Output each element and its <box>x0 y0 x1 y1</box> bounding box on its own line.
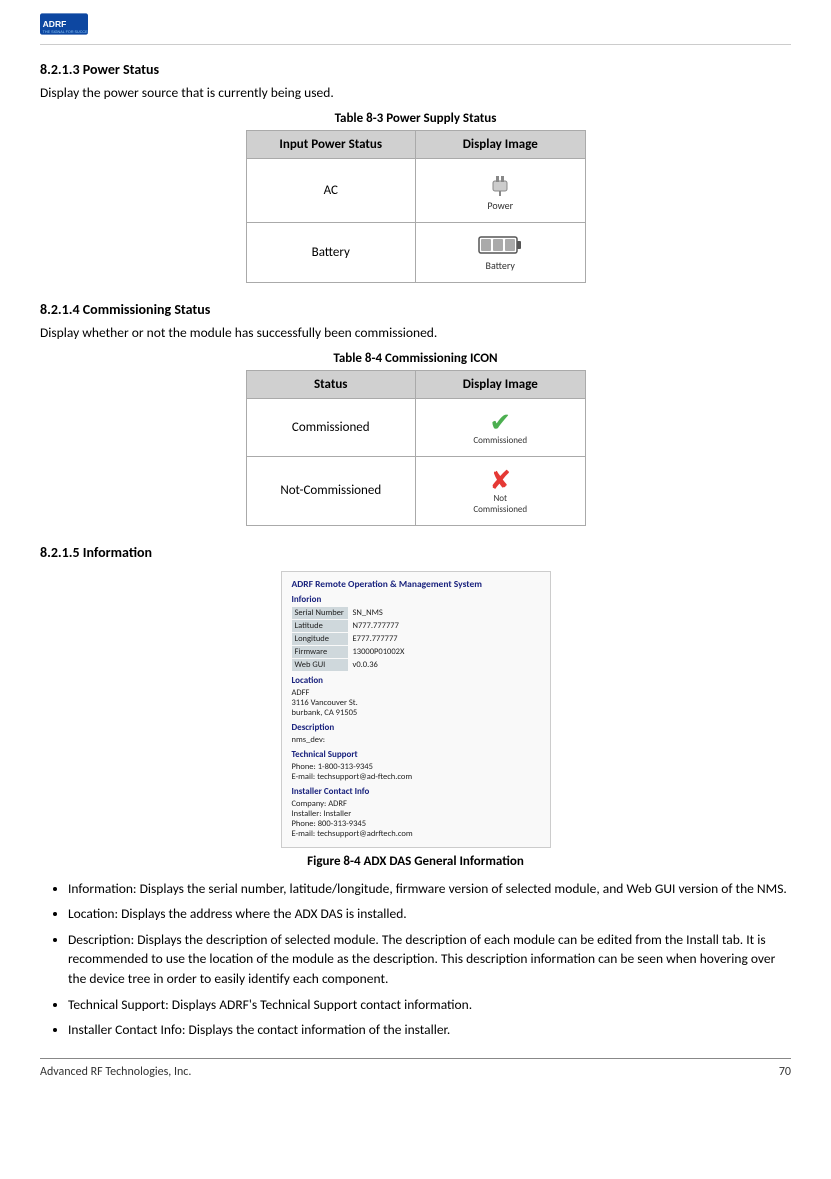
list-item: Description: Displays the description of… <box>68 930 791 989</box>
svg-text:THE SIGNAL FOR SUCCESS: THE SIGNAL FOR SUCCESS <box>43 30 88 34</box>
heading-8214: 8.2.1.4 Commissioning Status <box>40 301 791 318</box>
info-installer-block: Company: ADRFInstaller: InstallerPhone: … <box>292 799 540 839</box>
logo-box: ADRF THE SIGNAL FOR SUCCESS <box>40 10 88 38</box>
info-row-firmware: Firmware 13000P01002X <box>292 646 540 658</box>
page-header: ADRF THE SIGNAL FOR SUCCESS <box>40 10 791 45</box>
image-not-commissioned: ✘ NotCommissioned <box>416 456 586 525</box>
section-8214: 8.2.1.4 Commissioning Status Display whe… <box>40 301 791 526</box>
footer-right: 70 <box>779 1065 791 1079</box>
col-input-power-status: Input Power Status <box>246 130 416 158</box>
battery-icon-cell: Battery <box>432 233 569 272</box>
table-8-4: Status Display Image Commissioned ✔ Comm… <box>246 370 586 526</box>
section-8213: 8.2.1.3 Power Status Display the power s… <box>40 61 791 283</box>
status-ac: AC <box>246 158 416 222</box>
commissioned-icon-label: Commissioned <box>473 435 527 446</box>
figure-container-8-4: ADRF Remote Operation & Management Syste… <box>40 571 791 869</box>
figure-caption-8-4: Figure 8-4 ADX DAS General Information <box>40 854 791 869</box>
image-commissioned: ✔ Commissioned <box>416 398 586 456</box>
heading-8213: 8.2.1.3 Power Status <box>40 61 791 78</box>
adrf-logo-icon: ADRF THE SIGNAL FOR SUCCESS <box>40 10 88 38</box>
checkmark-icon: ✔ <box>489 409 511 435</box>
heading-8215: 8.2.1.5 Information <box>40 544 791 561</box>
not-commissioned-icon-cell: ✘ NotCommissioned <box>432 467 569 515</box>
table-caption-8-3: Table 8-3 Power Supply Status <box>40 111 791 126</box>
status-commissioned: Commissioned <box>246 398 416 456</box>
image-battery: Battery <box>416 222 586 282</box>
body-8214: Display whether or not the module has su… <box>40 324 791 343</box>
table-row: Commissioned ✔ Commissioned <box>246 398 585 456</box>
sys-title: ADRF Remote Operation & Management Syste… <box>292 578 540 590</box>
info-desc-title: Description <box>292 722 540 733</box>
info-section-inforion: Inforion <box>292 594 540 605</box>
col-display-image-comm: Display Image <box>416 370 586 398</box>
info-row-webgui: Web GUI v0.0.36 <box>292 659 540 671</box>
body-8213: Display the power source that is current… <box>40 84 791 103</box>
image-ac: Power <box>416 158 586 222</box>
info-tech-title: Technical Support <box>292 749 540 760</box>
info-installer-title: Installer Contact Info <box>292 786 540 797</box>
cross-icon: ✘ <box>489 467 511 493</box>
info-row-lon: Longitude E777.777777 <box>292 633 540 645</box>
info-row-serial: Serial Number SN_NMS <box>292 607 540 619</box>
power-label: Power <box>487 199 513 212</box>
list-item: Installer Contact Info: Displays the con… <box>68 1020 791 1040</box>
list-item: Location: Displays the address where the… <box>68 904 791 924</box>
page-footer: Advanced RF Technologies, Inc. 70 <box>40 1058 791 1079</box>
info-location-title: Location <box>292 675 540 686</box>
info-row-lat: Latitude N777.777777 <box>292 620 540 632</box>
table-row: Battery Battery <box>246 222 585 282</box>
info-screenshot: ADRF Remote Operation & Management Syste… <box>281 571 551 848</box>
bullet-list-8215: Information: Displays the serial number,… <box>68 879 791 1040</box>
footer-left: Advanced RF Technologies, Inc. <box>40 1065 191 1079</box>
table-row: Not-Commissioned ✘ NotCommissioned <box>246 456 585 525</box>
status-battery: Battery <box>246 222 416 282</box>
table-caption-8-4: Table 8-4 Commissioning ICON <box>40 351 791 366</box>
power-plug-icon <box>483 169 517 197</box>
power-icon-cell: Power <box>432 169 569 212</box>
battery-svg-icon <box>478 233 522 257</box>
col-display-image-power: Display Image <box>416 130 586 158</box>
info-location-block: ADFF3116 Vancouver St.burbank, CA 91505 <box>292 688 540 718</box>
list-item: Technical Support: Displays ADRF's Techn… <box>68 995 791 1015</box>
col-status: Status <box>246 370 416 398</box>
section-8215: 8.2.1.5 Information ADRF Remote Operatio… <box>40 544 791 1040</box>
table-row: AC Power <box>246 158 585 222</box>
table-8-3: Input Power Status Display Image AC Powe… <box>246 130 586 283</box>
svg-text:ADRF: ADRF <box>43 19 67 29</box>
status-not-commissioned: Not-Commissioned <box>246 456 416 525</box>
commissioned-icon-cell: ✔ Commissioned <box>432 409 569 446</box>
info-tech-block: Phone: 1-800-313-9345E-mail: techsupport… <box>292 762 540 782</box>
not-commissioned-icon-label: NotCommissioned <box>473 493 527 515</box>
info-desc-block: nms_dev: <box>292 735 540 745</box>
battery-label: Battery <box>486 259 515 272</box>
list-item: Information: Displays the serial number,… <box>68 879 791 899</box>
